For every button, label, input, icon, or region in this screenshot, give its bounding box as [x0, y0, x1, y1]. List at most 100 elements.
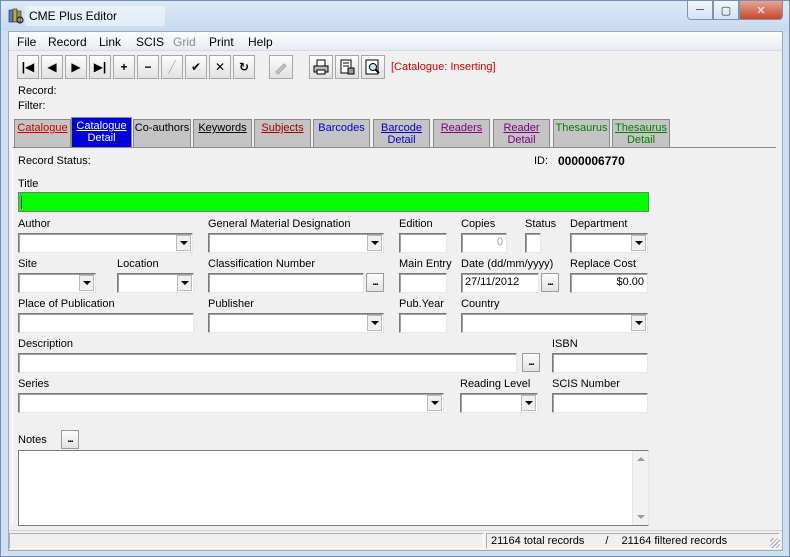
reading-level-label: Reading Level [460, 378, 531, 390]
notes-scrollbar[interactable] [632, 451, 648, 525]
replace-cost-label: Replace Cost [570, 258, 637, 270]
tab-subjects[interactable]: Subjects [254, 119, 311, 147]
resize-grip-icon[interactable] [770, 538, 780, 548]
chevron-down-icon[interactable] [521, 395, 536, 411]
last-record-button[interactable]: ▶| [89, 55, 111, 79]
prev-record-button[interactable]: ◀ [41, 55, 63, 79]
tab-keywords[interactable]: Keywords [193, 119, 252, 147]
filter-label: Filter: [18, 100, 46, 112]
menu-scis[interactable]: SCIS [136, 35, 164, 49]
menu-print[interactable]: Print [209, 35, 234, 49]
pub-year-label: Pub.Year [399, 298, 444, 310]
scroll-up-icon[interactable] [637, 457, 645, 461]
tab-barcodes[interactable]: Barcodes [313, 119, 370, 147]
notes-label: Notes [18, 434, 47, 446]
country-label: Country [461, 298, 500, 310]
description-lookup-button[interactable]: ... [522, 353, 540, 372]
close-button[interactable]: ✕ [739, 1, 783, 20]
menu-bar: File Record Link SCIS Grid Print Help [9, 32, 782, 51]
chevron-down-icon[interactable] [631, 315, 646, 331]
status-input[interactable] [525, 233, 541, 253]
notes-editor-button[interactable]: ... [61, 430, 79, 449]
isbn-input[interactable] [552, 353, 648, 373]
record-count-pane: 21164 total records / 21164 filtered rec… [486, 533, 780, 549]
edit-record-button[interactable]: ╱ [161, 55, 183, 79]
pub-year-input[interactable] [399, 313, 447, 333]
cancel-edit-button[interactable]: ✕ [209, 55, 231, 79]
maximize-button[interactable]: ▢ [713, 1, 739, 20]
add-record-button[interactable]: + [113, 55, 135, 79]
chevron-down-icon[interactable] [79, 275, 94, 291]
copies-input[interactable]: 0 [461, 233, 507, 253]
main-entry-label: Main Entry [399, 258, 452, 270]
tab-thesaurus[interactable]: Thesaurus [553, 119, 610, 147]
menu-help[interactable]: Help [248, 35, 273, 49]
refresh-button[interactable]: ↻ [233, 55, 255, 79]
delete-record-button[interactable]: − [137, 55, 159, 79]
reading-level-combo[interactable] [460, 393, 538, 413]
chevron-down-icon[interactable] [427, 395, 442, 411]
status-bar: 21164 total records / 21164 filtered rec… [9, 530, 782, 550]
publisher-label: Publisher [208, 298, 254, 310]
menu-file[interactable]: File [17, 35, 36, 49]
tab-co-authors[interactable]: Co-authors [133, 119, 191, 147]
tab-thesaurus-detail[interactable]: Thesaurus Detail [612, 119, 670, 147]
post-record-button[interactable]: ✔ [185, 55, 207, 79]
menu-record[interactable]: Record [48, 35, 87, 49]
place-input[interactable] [18, 313, 194, 333]
description-label: Description [18, 338, 74, 350]
description-input[interactable] [18, 353, 517, 373]
scis-number-label: SCIS Number [552, 378, 620, 390]
series-label: Series [18, 378, 50, 390]
location-combo[interactable] [117, 273, 194, 293]
gmd-label: General Material Designation [208, 218, 351, 230]
title-label: Title [18, 178, 39, 190]
chevron-down-icon[interactable] [176, 235, 191, 251]
isbn-label: ISBN [552, 338, 578, 350]
notes-textarea[interactable] [18, 450, 649, 526]
date-picker-button[interactable]: ... [541, 273, 559, 292]
tab-catalogue[interactable]: Catalogue [14, 119, 71, 147]
author-combo[interactable] [18, 233, 193, 253]
site-combo[interactable] [18, 273, 96, 293]
classification-input[interactable] [208, 273, 364, 293]
series-combo[interactable] [18, 393, 444, 413]
chevron-down-icon[interactable] [177, 275, 192, 291]
country-combo[interactable] [461, 313, 648, 333]
print-preview-button[interactable] [361, 55, 385, 79]
main-entry-input[interactable] [399, 273, 447, 293]
title-input[interactable] [18, 192, 649, 212]
print-setup-button[interactable] [335, 55, 359, 79]
scis-number-input[interactable] [552, 393, 648, 413]
menu-link[interactable]: Link [99, 35, 121, 49]
tab-readers[interactable]: Readers [433, 119, 490, 147]
magnifier-icon [365, 59, 380, 75]
client-area: File Record Link SCIS Grid Print Help |◀… [8, 31, 783, 551]
tab-catalogue-detail[interactable]: Catalogue Detail [71, 117, 132, 147]
date-label: Date (dd/mm/yyyy) [461, 258, 554, 270]
pencil-icon [275, 63, 287, 75]
publisher-combo[interactable] [208, 313, 384, 333]
title-bar[interactable]: CME Plus Editor ─ ▢ ✕ [1, 1, 789, 31]
tab-barcode-detail[interactable]: Barcode Detail [373, 119, 430, 147]
menu-grid[interactable]: Grid [173, 35, 196, 49]
classification-label: Classification Number [208, 258, 315, 270]
classification-lookup-button[interactable]: ... [366, 273, 384, 292]
scroll-down-icon[interactable] [637, 515, 645, 519]
first-record-button[interactable]: |◀ [17, 55, 39, 79]
tab-reader-detail[interactable]: Reader Detail [493, 119, 550, 147]
department-combo[interactable] [570, 233, 648, 253]
replace-cost-input[interactable]: $0.00 [570, 273, 648, 293]
gmd-combo[interactable] [208, 233, 384, 253]
date-input[interactable]: 27/11/2012 [461, 273, 539, 293]
print-button[interactable] [309, 55, 333, 79]
scis-download-button[interactable] [269, 55, 293, 79]
chevron-down-icon[interactable] [631, 235, 646, 251]
print-setup-icon [340, 59, 355, 75]
status-pane-empty [9, 533, 484, 549]
next-record-button[interactable]: ▶ [65, 55, 87, 79]
minimize-button[interactable]: ─ [687, 1, 713, 20]
edition-input[interactable] [399, 233, 447, 253]
chevron-down-icon[interactable] [367, 235, 382, 251]
chevron-down-icon[interactable] [367, 315, 382, 331]
